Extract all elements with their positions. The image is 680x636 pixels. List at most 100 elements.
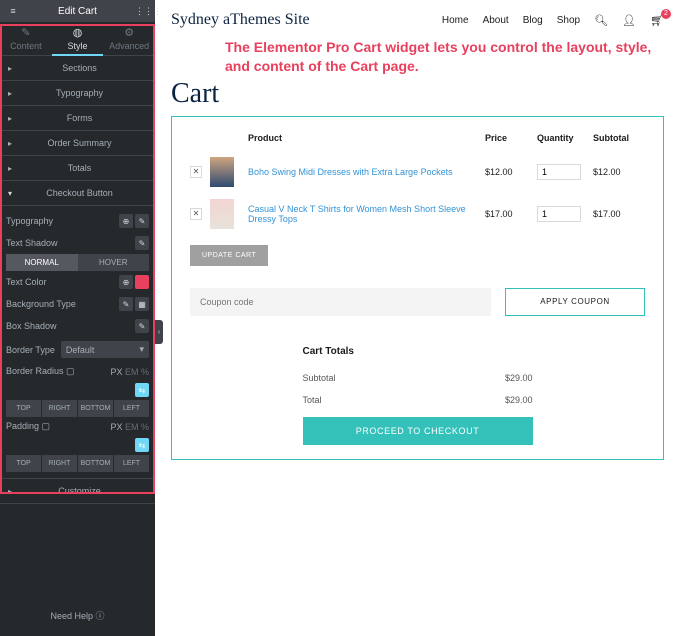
remove-button[interactable]: ✕ bbox=[190, 208, 202, 220]
section-typography[interactable]: ▸Typography bbox=[0, 81, 155, 106]
annotation-text: The Elementor Pro Cart widget lets you c… bbox=[225, 38, 664, 76]
page-preview: Sydney aThemes Site Home About Blog Shop… bbox=[155, 0, 680, 636]
tab-content[interactable]: ✎ Content bbox=[0, 22, 52, 55]
account-icon[interactable]: 👤︎ bbox=[622, 14, 636, 27]
bg-swatch[interactable]: ▦ bbox=[135, 297, 149, 311]
chevron-right-icon: ▸ bbox=[8, 487, 12, 496]
apply-coupon-button[interactable]: APPLY COUPON bbox=[505, 288, 645, 316]
elementor-panel: ≡ Edit Cart ⋮⋮⋮ ✎ Content ◍ Style ⚙ Advance… bbox=[0, 0, 155, 636]
panel-title: Edit Cart bbox=[58, 6, 97, 17]
padding-label: Padding ▢ bbox=[6, 421, 50, 432]
link-icon[interactable]: ⇆ bbox=[135, 383, 149, 397]
bg-type-label: Background Type bbox=[6, 299, 76, 309]
search-icon[interactable]: 🔍︎ bbox=[594, 14, 608, 27]
cart-count-badge: 2 bbox=[661, 9, 671, 19]
gear-icon: ⚙ bbox=[103, 26, 155, 39]
section-order-summary-label: Order Summary bbox=[48, 138, 112, 148]
cell-subtotal: $12.00 bbox=[593, 157, 645, 187]
unit-px[interactable]: PX EM % bbox=[110, 367, 149, 377]
droplet-icon: ◍ bbox=[52, 26, 104, 39]
tab-advanced-label: Advanced bbox=[109, 41, 149, 51]
panel-tabs: ✎ Content ◍ Style ⚙ Advanced bbox=[0, 22, 155, 56]
cell-subtotal: $17.00 bbox=[593, 199, 645, 229]
coupon-row: APPLY COUPON bbox=[190, 288, 645, 316]
border-type-value: Default bbox=[66, 345, 95, 355]
state-normal[interactable]: NORMAL bbox=[6, 254, 78, 271]
brush-icon[interactable]: ✎ bbox=[119, 297, 133, 311]
section-typography-label: Typography bbox=[56, 88, 103, 98]
panel-footer[interactable]: Need Help ⓘ bbox=[0, 595, 155, 636]
state-hover[interactable]: HOVER bbox=[78, 254, 150, 271]
subtotal-value: $29.00 bbox=[505, 373, 533, 383]
update-cart-button[interactable]: UPDATE CART bbox=[190, 245, 268, 266]
device-icon[interactable]: ▢ bbox=[66, 366, 75, 376]
section-order-summary[interactable]: ▸Order Summary bbox=[0, 131, 155, 156]
unit-px2[interactable]: PX EM % bbox=[110, 422, 149, 432]
product-link[interactable]: Boho Swing Midi Dresses with Extra Large… bbox=[240, 157, 485, 187]
site-header: Sydney aThemes Site Home About Blog Shop… bbox=[171, 8, 664, 32]
device-icon[interactable]: ▢ bbox=[42, 421, 51, 431]
cart-icon[interactable]: 🛒︎2 bbox=[650, 14, 664, 27]
panel-header: ≡ Edit Cart ⋮⋮⋮ bbox=[0, 0, 155, 22]
menu-icon[interactable]: ≡ bbox=[6, 6, 20, 16]
collapse-handle[interactable]: ‹ bbox=[155, 320, 163, 344]
section-forms[interactable]: ▸ Forms bbox=[0, 106, 155, 131]
border-type-select[interactable]: Default ▾ bbox=[61, 341, 149, 358]
total-label: Total bbox=[303, 395, 322, 405]
color-swatch[interactable] bbox=[135, 275, 149, 289]
border-type-label: Border Type bbox=[6, 345, 55, 355]
edit-icon[interactable]: ✎ bbox=[135, 319, 149, 333]
qty-input[interactable] bbox=[537, 206, 581, 222]
typography-label: Typography bbox=[6, 216, 53, 226]
cart-row: ✕ Boho Swing Midi Dresses with Extra Lar… bbox=[190, 151, 645, 193]
chevron-right-icon: ▸ bbox=[8, 114, 12, 123]
tab-advanced[interactable]: ⚙ Advanced bbox=[103, 22, 155, 55]
edit-icon[interactable]: ✎ bbox=[135, 236, 149, 250]
tab-content-label: Content bbox=[10, 41, 42, 51]
box-shadow-label: Box Shadow bbox=[6, 321, 57, 331]
section-forms-label: Forms bbox=[67, 113, 93, 123]
cart-row: ✕ Casual V Neck T Shirts for Women Mesh … bbox=[190, 193, 645, 235]
nav-home[interactable]: Home bbox=[442, 15, 469, 26]
link-icon[interactable]: ⇆ bbox=[135, 438, 149, 452]
apps-icon[interactable]: ⋮⋮⋮ bbox=[135, 6, 149, 17]
chevron-down-icon: ▾ bbox=[139, 344, 144, 355]
product-thumbnail[interactable] bbox=[210, 157, 234, 187]
cart-container: Product Price Quantity Subtotal ✕ Boho S… bbox=[171, 116, 664, 460]
section-totals[interactable]: ▸Totals bbox=[0, 156, 155, 181]
checkout-button[interactable]: PROCEED TO CHECKOUT bbox=[303, 417, 533, 445]
th-price: Price bbox=[485, 133, 537, 143]
padding-box[interactable]: TOPRIGHTBOTTOMLEFT bbox=[6, 455, 149, 472]
th-product: Product bbox=[240, 133, 485, 143]
section-checkout-label: Checkout Button bbox=[46, 188, 113, 198]
section-totals-label: Totals bbox=[68, 163, 92, 173]
total-value: $29.00 bbox=[505, 395, 533, 405]
help-icon: ⓘ bbox=[96, 609, 105, 622]
border-radius-box[interactable]: TOPRIGHTBOTTOMLEFT bbox=[6, 400, 149, 417]
remove-button[interactable]: ✕ bbox=[190, 166, 202, 178]
section-customize[interactable]: ▸ Customize bbox=[0, 479, 155, 504]
product-link[interactable]: Casual V Neck T Shirts for Women Mesh Sh… bbox=[240, 199, 485, 229]
cell-price: $12.00 bbox=[485, 157, 537, 187]
globe-icon[interactable]: ⊕ bbox=[119, 275, 133, 289]
qty-input[interactable] bbox=[537, 164, 581, 180]
tab-style-label: Style bbox=[68, 41, 88, 51]
coupon-input[interactable] bbox=[190, 288, 491, 316]
globe-icon[interactable]: ⊕ bbox=[119, 214, 133, 228]
tab-style[interactable]: ◍ Style bbox=[52, 22, 104, 55]
nav-blog[interactable]: Blog bbox=[523, 15, 543, 26]
nav-shop[interactable]: Shop bbox=[557, 15, 580, 26]
site-title[interactable]: Sydney aThemes Site bbox=[171, 11, 310, 29]
totals-title: Cart Totals bbox=[303, 346, 533, 357]
edit-icon[interactable]: ✎ bbox=[135, 214, 149, 228]
text-shadow-label: Text Shadow bbox=[6, 238, 58, 248]
cart-table-head: Product Price Quantity Subtotal bbox=[190, 129, 645, 151]
section-sections[interactable]: ▸Sections bbox=[0, 56, 155, 81]
nav-about[interactable]: About bbox=[483, 15, 509, 26]
state-toggle: NORMAL HOVER bbox=[6, 254, 149, 271]
section-checkout-button[interactable]: ▾Checkout Button bbox=[0, 181, 155, 206]
pencil-icon: ✎ bbox=[0, 26, 52, 39]
section-sections-label: Sections bbox=[62, 63, 97, 73]
product-thumbnail[interactable] bbox=[210, 199, 234, 229]
section-customize-label: Customize bbox=[58, 486, 101, 496]
